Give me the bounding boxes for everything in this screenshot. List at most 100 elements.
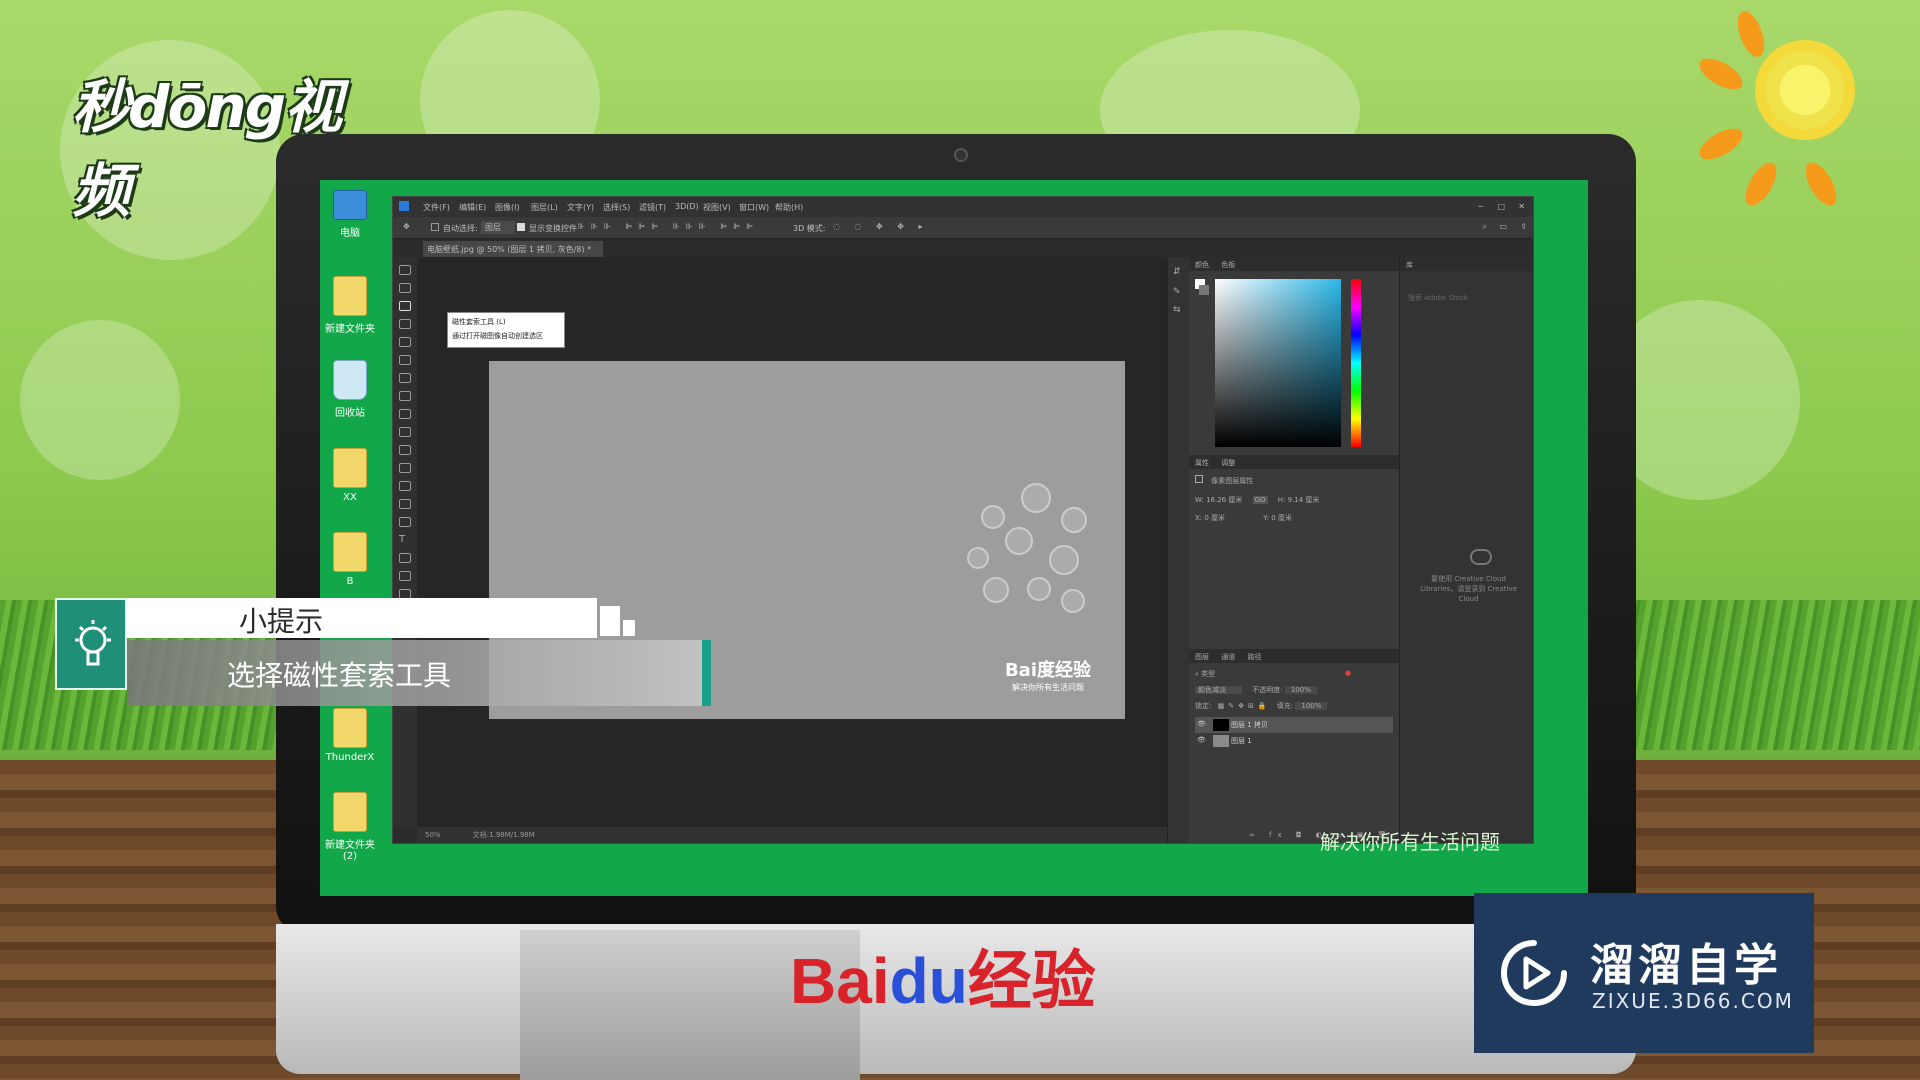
tab-libraries[interactable]: 库 [1406, 261, 1413, 269]
prop-x[interactable]: X: 0 厘米 [1195, 514, 1225, 522]
tab-swatches[interactable]: 色板 [1221, 261, 1235, 269]
webcam-icon [954, 148, 968, 162]
tab-channels[interactable]: 通道 [1221, 653, 1235, 661]
layer-name: 图层 1 [1231, 737, 1252, 745]
brush-settings-icon[interactable]: ✎ [1173, 287, 1181, 297]
3d-mode-icons[interactable]: ◌ ◌ ✥ ✥ ▸ [833, 222, 929, 231]
quick-select-tool-icon[interactable] [399, 319, 411, 329]
menu-image[interactable]: 图像(I) [495, 202, 520, 213]
menu-type[interactable]: 文字(Y) [567, 202, 594, 213]
desktop-icon-recycle-bin[interactable]: 回收站 [320, 360, 380, 419]
layer-row[interactable]: 👁 图层 1 [1195, 733, 1393, 749]
layer-select-dropdown[interactable]: 图层 [481, 221, 515, 234]
tab-layers[interactable]: 图层 [1195, 653, 1209, 661]
layer-kind-dropdown[interactable]: 类型 [1201, 670, 1215, 678]
stamp-tool-icon[interactable] [399, 409, 411, 419]
filter-toggle-icon[interactable]: ● [1345, 669, 1351, 677]
link-icon[interactable]: GO [1252, 496, 1268, 504]
visibility-eye-icon[interactable]: 👁 [1197, 736, 1206, 744]
minimize-icon[interactable]: ─ [1478, 202, 1483, 211]
stock-search-input[interactable]: 搜索 Adobe Stock [1408, 293, 1468, 303]
dodge-tool-icon[interactable] [399, 499, 411, 509]
watermark-name: 溜溜自学 [1590, 940, 1782, 991]
gradient-tool-icon[interactable] [399, 463, 411, 473]
lightbulb-icon [55, 598, 127, 690]
blend-mode-dropdown[interactable]: 颜色减淡 [1195, 686, 1242, 694]
move-tool-icon[interactable]: ✥ [403, 222, 410, 231]
desktop-icon-folder[interactable]: 新建文件夹 [320, 276, 380, 335]
document-tab[interactable]: 电脑壁纸.jpg @ 50% (图层 1 拷贝, 灰色/8) * [423, 241, 603, 257]
menu-window[interactable]: 窗口(W) [739, 202, 769, 213]
folder-icon [333, 448, 367, 488]
auto-select-checkbox[interactable] [431, 223, 439, 231]
fill-label: 填充: [1276, 702, 1294, 710]
desktop-icon-folder[interactable]: 新建文件夹 (2) [320, 792, 380, 862]
opacity-label: 不透明度: [1252, 686, 1283, 694]
watermark-url: ZIXUE.3D66.COM [1592, 989, 1794, 1013]
lock-icons[interactable]: ▦✎✥⊞🔒 [1218, 702, 1271, 710]
menu-3d[interactable]: 3D(D) [675, 202, 699, 211]
crop-tool-icon[interactable] [399, 337, 411, 347]
menu-help[interactable]: 帮助(H) [775, 202, 803, 213]
align-icons[interactable]: ⊪⊪⊪ ⊫⊫⊫ ⊪⊪⊪ ⊫⊫⊫ [578, 222, 759, 231]
path-select-tool-icon[interactable] [399, 553, 411, 563]
menu-view[interactable]: 视图(V) [703, 202, 731, 213]
status-bar: 50% 文档:1.98M/1.98M [417, 827, 1167, 843]
tab-color[interactable]: 颜色 [1195, 261, 1209, 269]
baidu-jingyan-logo: Baidu经验 [790, 930, 1096, 1022]
pen-tool-icon[interactable] [399, 517, 411, 527]
folder-icon [333, 532, 367, 572]
tip-decoration [600, 606, 620, 636]
share-icon[interactable]: ⇪ [1520, 222, 1527, 231]
zoom-level[interactable]: 50% [425, 831, 441, 839]
3d-mode-label: 3D 模式: [793, 224, 826, 233]
layers-panel: 图层 通道 路径 ⌕ 类型 ● 颜色减淡 不透明度: 100% 锁定: ▦✎✥⊞… [1189, 649, 1399, 843]
layer-row[interactable]: 👁 图层 1 拷贝 [1195, 717, 1393, 733]
workspace-icon[interactable]: ▭ [1499, 222, 1507, 231]
close-icon[interactable]: ✕ [1518, 202, 1525, 211]
type-tool-icon[interactable]: T [399, 535, 411, 545]
menu-select[interactable]: 选择(S) [603, 202, 630, 213]
hue-slider[interactable] [1351, 279, 1361, 447]
healing-tool-icon[interactable] [399, 373, 411, 383]
eyedropper-tool-icon[interactable] [399, 355, 411, 365]
desktop-icon-folder[interactable]: XX [320, 448, 380, 503]
desktop-icon-label: 新建文件夹 [325, 324, 375, 335]
lasso-tool-icon[interactable] [399, 301, 411, 311]
move-tool-icon[interactable] [399, 265, 411, 275]
collapsed-panel-strip: ⇵ ✎ ⇆ [1167, 257, 1189, 843]
blend-row: 颜色减淡 不透明度: 100% [1195, 685, 1317, 695]
prop-height[interactable]: H: 9.14 厘米 [1278, 496, 1320, 504]
color-picker-field[interactable] [1215, 279, 1341, 447]
background-color-swatch[interactable] [1199, 285, 1209, 295]
tools-panel: T [393, 257, 417, 827]
blur-tool-icon[interactable] [399, 481, 411, 491]
search-icon[interactable]: ⌕ [1483, 222, 1487, 232]
history-brush-tool-icon[interactable] [399, 427, 411, 437]
menu-filter[interactable]: 滤镜(T) [639, 202, 666, 213]
tab-adjustments[interactable]: 调整 [1221, 459, 1235, 467]
prop-y[interactable]: Y: 0 厘米 [1263, 514, 1292, 522]
menu-edit[interactable]: 编辑(E) [459, 202, 486, 213]
options-bar: ✥ 自动选择: 图层 显示变换控件 ⊪⊪⊪ ⊫⊫⊫ ⊪⊪⊪ ⊫⊫⊫ 3D 模式:… [393, 217, 1533, 239]
desktop-icon-computer[interactable]: 电脑 [320, 190, 380, 239]
brush-tool-icon[interactable] [399, 391, 411, 401]
maximize-icon[interactable]: □ [1497, 202, 1505, 211]
history-icon[interactable]: ⇵ [1173, 267, 1181, 277]
tab-properties[interactable]: 属性 [1195, 459, 1209, 467]
photoshop-window: 文件(F) 编辑(E) 图像(I) 图层(L) 文字(Y) 选择(S) 滤镜(T… [392, 196, 1534, 844]
visibility-eye-icon[interactable]: 👁 [1197, 720, 1206, 728]
opacity-input[interactable]: 100% [1284, 686, 1317, 694]
show-transform-checkbox[interactable] [517, 223, 525, 231]
rectangle-tool-icon[interactable] [399, 571, 411, 581]
prop-width[interactable]: W: 16.26 厘米 [1195, 496, 1242, 504]
fill-input[interactable]: 100% [1295, 702, 1328, 710]
adjust-icon[interactable]: ⇆ [1173, 305, 1181, 315]
eraser-tool-icon[interactable] [399, 445, 411, 455]
menu-layer[interactable]: 图层(L) [531, 202, 558, 213]
tab-paths[interactable]: 路径 [1247, 653, 1261, 661]
desktop-icon-thunderx[interactable]: ThunderX [320, 708, 380, 763]
desktop-icon-folder[interactable]: B [320, 532, 380, 587]
marquee-tool-icon[interactable] [399, 283, 411, 293]
menu-file[interactable]: 文件(F) [423, 202, 450, 213]
